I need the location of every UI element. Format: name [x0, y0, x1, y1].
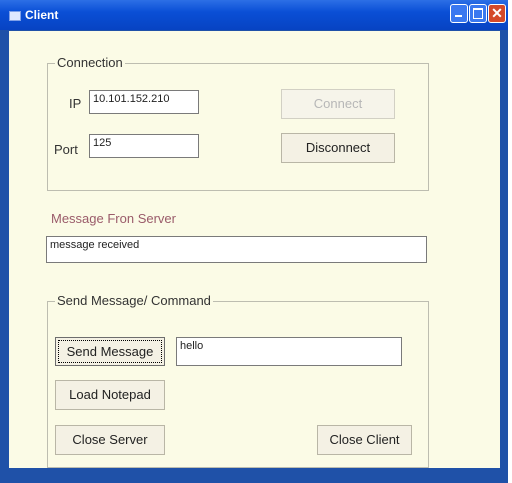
- maximize-icon: [473, 8, 483, 19]
- port-label: Port: [54, 142, 78, 157]
- minimize-button[interactable]: [450, 4, 468, 23]
- close-window-button[interactable]: ✕: [488, 4, 506, 23]
- ip-input[interactable]: 10.101.152.210: [89, 90, 199, 114]
- disconnect-button[interactable]: Disconnect: [281, 133, 395, 163]
- maximize-button[interactable]: [469, 4, 487, 23]
- send-message-button[interactable]: Send Message: [55, 337, 165, 366]
- ip-label: IP: [69, 96, 82, 111]
- close-icon: ✕: [491, 5, 503, 21]
- client-area: Connection IP 10.101.152.210 Port 125 Co…: [9, 31, 500, 468]
- port-input[interactable]: 125: [89, 134, 199, 158]
- connection-group-label: Connection: [55, 55, 125, 71]
- message-input[interactable]: hello: [176, 337, 402, 366]
- close-client-button[interactable]: Close Client: [317, 425, 412, 455]
- send-message-group: Send Message/ Command Send Message hello…: [47, 293, 429, 468]
- client-window: Client ✕ Connection IP 10.101.152.210 Po…: [0, 0, 508, 483]
- connect-button[interactable]: Connect: [281, 89, 395, 119]
- send-group-label: Send Message/ Command: [55, 293, 213, 309]
- close-server-button[interactable]: Close Server: [55, 425, 165, 455]
- title-bar[interactable]: Client ✕: [0, 0, 508, 30]
- window-app-icon: [9, 11, 21, 21]
- server-message-field[interactable]: message received: [46, 236, 427, 263]
- server-message-heading: Message Fron Server: [51, 211, 176, 226]
- connection-group: Connection IP 10.101.152.210 Port 125 Co…: [47, 55, 429, 191]
- load-notepad-button[interactable]: Load Notepad: [55, 380, 165, 410]
- minimize-icon: [455, 15, 462, 17]
- window-title: Client: [25, 8, 59, 22]
